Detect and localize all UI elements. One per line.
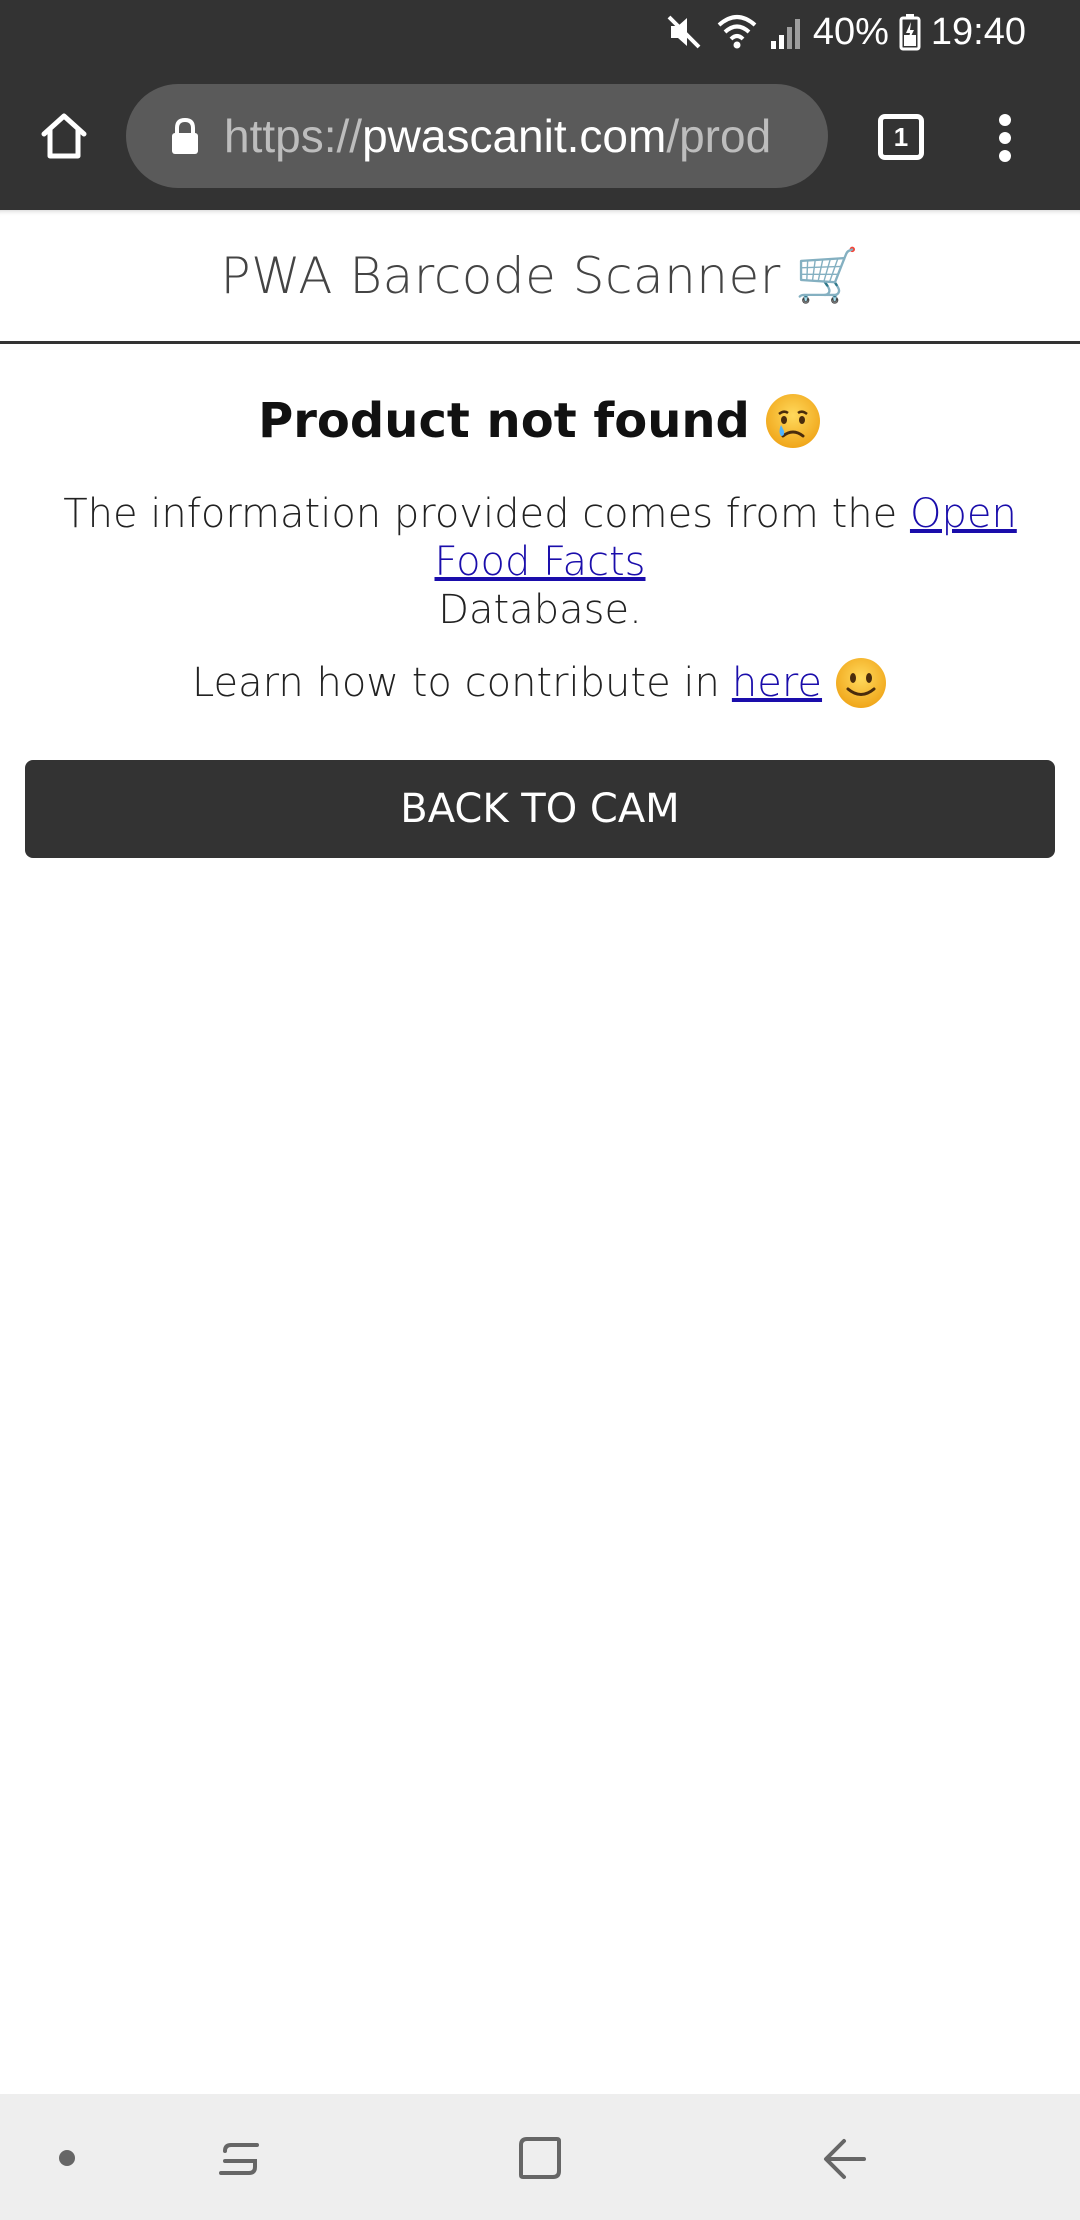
tab-count: 1 xyxy=(893,121,909,152)
mute-icon xyxy=(665,13,705,51)
dot-icon[interactable] xyxy=(52,2130,82,2186)
menu-icon xyxy=(999,114,1011,126)
menu-button[interactable] xyxy=(990,108,1020,168)
url-domain: pwascanit.com xyxy=(362,110,667,162)
info-text: The information provided comes from the … xyxy=(0,490,1080,634)
contribute-link[interactable]: here xyxy=(732,660,822,706)
clock: 19:40 xyxy=(930,10,1026,53)
url-prefix: https:// xyxy=(224,110,363,162)
home-button[interactable] xyxy=(36,108,92,164)
wifi-icon xyxy=(715,13,759,51)
status-bar: 40% 19:40 xyxy=(0,0,1080,64)
battery-icon xyxy=(899,13,921,51)
home-square-icon[interactable] xyxy=(510,2130,570,2186)
back-to-cam-button[interactable]: BACK TO CAM xyxy=(25,760,1055,858)
lock-icon xyxy=(170,116,200,156)
main-content: Product not found The information provid… xyxy=(0,344,1080,858)
home-icon xyxy=(41,113,87,159)
result-title: Product not found xyxy=(258,393,750,449)
url-text: https://pwascanit.com/prod xyxy=(224,109,771,163)
signal-icon xyxy=(769,13,803,51)
app-header: PWA Barcode Scanner 🛒 xyxy=(0,210,1080,344)
learn-prefix: Learn how to contribute in xyxy=(191,660,720,706)
learn-text: Learn how to contribute in here xyxy=(0,656,1080,710)
result-heading: Product not found xyxy=(0,392,1080,450)
battery-percent: 40% xyxy=(812,10,889,53)
system-nav-bar xyxy=(0,2094,1080,2220)
app-title: PWA Barcode Scanner xyxy=(220,246,781,305)
back-arrow-icon[interactable] xyxy=(815,2130,875,2186)
browser-toolbar: https://pwascanit.com/prod 1 xyxy=(0,64,1080,210)
info-suffix: Database. xyxy=(438,587,642,633)
crying-face-icon xyxy=(764,392,822,450)
info-prefix: The information provided comes from the xyxy=(63,491,898,537)
smile-icon xyxy=(834,656,888,710)
recents-icon[interactable] xyxy=(210,2130,270,2186)
screen: 40% 19:40 https://pwascanit.com/prod 1 P… xyxy=(0,0,1080,2220)
url-path: /prod xyxy=(666,110,772,162)
cart-icon: 🛒 xyxy=(794,246,860,306)
url-bar[interactable]: https://pwascanit.com/prod xyxy=(126,84,828,188)
tabs-button[interactable]: 1 xyxy=(878,114,924,160)
